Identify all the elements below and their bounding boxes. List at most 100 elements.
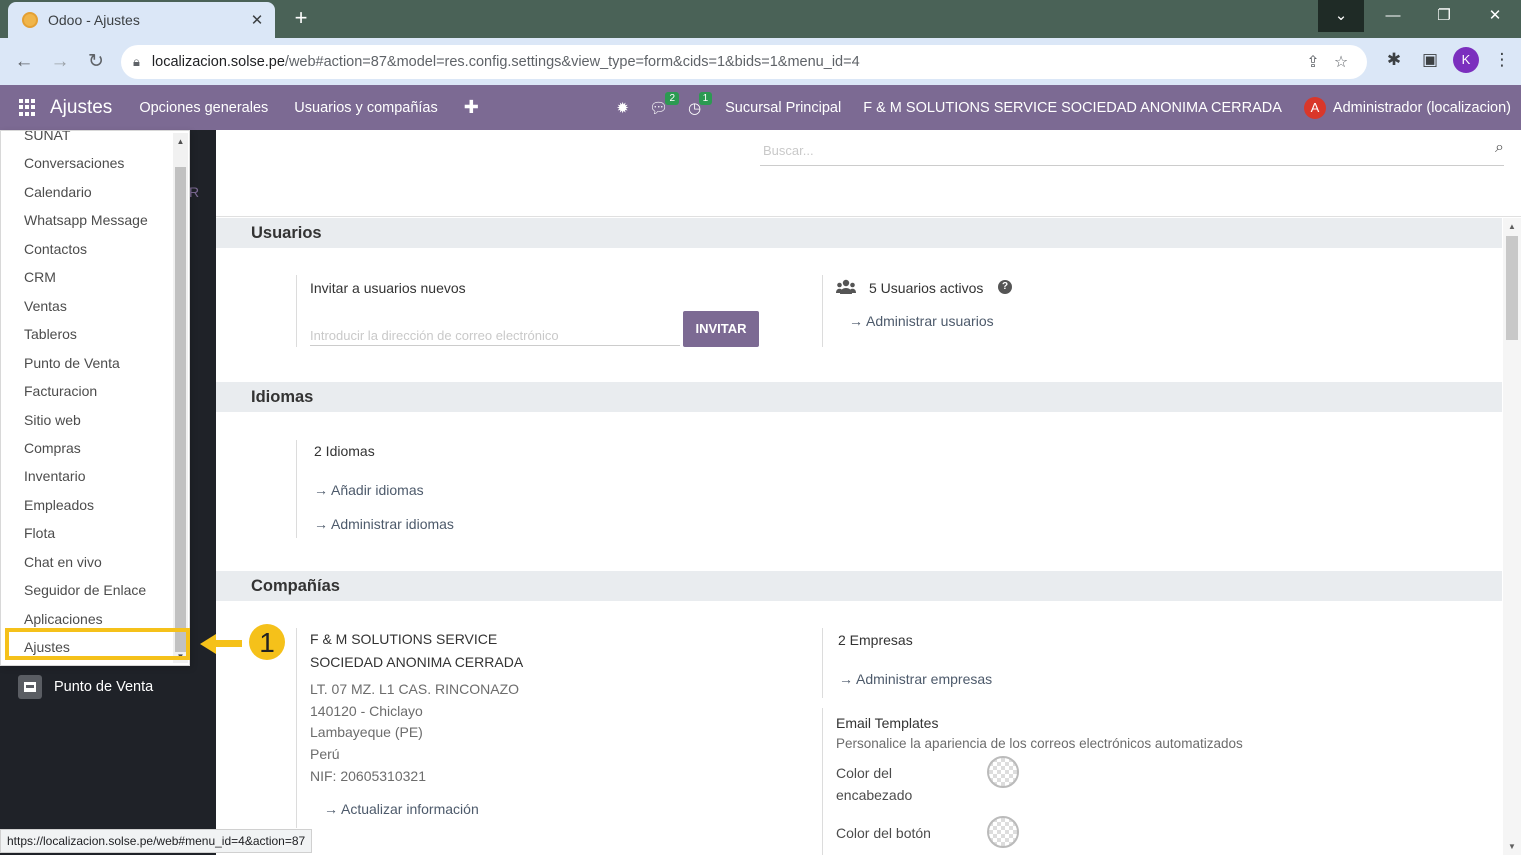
dropdown-item-sunat[interactable]: SUNAT — [24, 131, 70, 143]
search-bar[interactable]: Buscar... ⌕ — [760, 136, 1504, 166]
highlight-box — [5, 628, 190, 660]
companies-count: 2 Empresas — [838, 632, 913, 648]
manage-users-link[interactable]: → Administrar usuarios — [849, 313, 994, 329]
app-brand[interactable]: Ajustes — [50, 97, 112, 119]
section-companias-title: Compañías — [216, 571, 1502, 601]
tab-title: Odoo - Ajustes — [48, 12, 140, 28]
company-name-line2: SOCIEDAD ANONIMA CERRADA — [310, 654, 524, 670]
browser-toolbar: ← → ↻ 🔒︎ localizacion.solse.pe/web#actio… — [0, 38, 1521, 85]
invite-button[interactable]: INVITAR — [683, 311, 759, 347]
browser-tab-strip: Odoo - Ajustes ✕ + ⌄ — ❐ ✕ — [0, 0, 1521, 38]
divider — [216, 216, 1521, 217]
plus-icon[interactable]: ✚ — [464, 97, 479, 118]
dropdown-item-conversaciones[interactable]: Conversaciones — [24, 155, 124, 171]
status-url-bar: https://localizacion.solse.pe/web#menu_i… — [0, 829, 313, 853]
url-text: localizacion.solse.pe/web#action=87&mode… — [151, 54, 860, 70]
restore-button[interactable]: ❐ — [1419, 0, 1469, 32]
activity-badge: 1 — [698, 91, 713, 105]
reload-icon[interactable]: ↻ — [78, 50, 114, 73]
dropdown-scrollbar[interactable]: ▲ ▼ — [173, 133, 188, 663]
dropdown-item-chat-en-vivo[interactable]: Chat en vivo — [24, 554, 102, 570]
chat-badge: 2 — [665, 91, 680, 105]
header-color-label-line1: Color del — [836, 765, 893, 781]
odoo-favicon-icon — [22, 12, 38, 28]
user-menu[interactable]: Administrador (localizacion) — [1333, 100, 1511, 116]
dropdown-item-ventas[interactable]: Ventas — [24, 298, 67, 314]
main-scrollbar[interactable]: ▲ ▼ — [1503, 218, 1521, 855]
lock-icon[interactable]: 🔒︎ — [133, 54, 140, 70]
close-icon[interactable]: ✕ — [249, 11, 265, 29]
email-templates-description: Personalice la apariencia de los correos… — [836, 736, 1243, 751]
dropdown-item-tableros[interactable]: Tableros — [24, 326, 77, 342]
arrow-right-icon: → — [314, 516, 328, 532]
back-arrow-icon[interactable]: ← — [6, 51, 42, 73]
share-icon[interactable]: ⇪ — [1299, 52, 1327, 72]
side-panel-icon[interactable]: ▣ — [1412, 50, 1448, 70]
dropdown-item-whatsapp-message[interactable]: Whatsapp Message — [24, 212, 148, 228]
scroll-up-icon[interactable]: ▲ — [173, 137, 188, 146]
arrow-right-icon: → — [849, 313, 863, 329]
languages-count: 2 Idiomas — [314, 443, 375, 459]
company-switcher[interactable]: F & M SOLUTIONS SERVICE SOCIEDAD ANONIMA… — [863, 100, 1282, 116]
dropdown-item-seguidor-de-enlace[interactable]: Seguidor de Enlace — [24, 582, 146, 598]
address-bar[interactable]: 🔒︎ localizacion.solse.pe/web#action=87&m… — [121, 45, 1367, 79]
section-usuarios-title: Usuarios — [216, 218, 1502, 248]
dropdown-item-crm[interactable]: CRM — [24, 269, 56, 285]
sidebar-item-label: Punto de Venta — [54, 679, 154, 695]
bug-icon[interactable]: ✹ — [616, 99, 629, 117]
arrow-right-icon: → — [314, 482, 328, 498]
users-icon — [836, 279, 856, 294]
add-languages-link[interactable]: → Añadir idiomas — [314, 482, 424, 498]
header-color-label-line2: encabezado — [836, 787, 913, 803]
branch-switcher[interactable]: Sucursal Principal — [725, 100, 841, 116]
forward-arrow-icon[interactable]: → — [42, 51, 78, 73]
extensions-puzzle-icon[interactable]: ✱ — [1376, 50, 1412, 70]
search-icon[interactable]: ⌕ — [1495, 139, 1504, 157]
update-info-link[interactable]: → Actualizar información — [324, 801, 479, 817]
company-name-line1: F & M SOLUTIONS SERVICE — [310, 631, 498, 647]
window-close-button[interactable]: ✕ — [1470, 0, 1520, 32]
scrollbar-thumb[interactable] — [175, 167, 186, 652]
divider — [822, 708, 823, 855]
scrollbar-thumb[interactable] — [1506, 236, 1518, 340]
dropdown-item-punto-de-venta[interactable]: Punto de Venta — [24, 355, 120, 371]
scroll-down-icon[interactable]: ▼ — [1503, 842, 1521, 851]
button-color-picker[interactable] — [987, 816, 1019, 848]
profile-avatar[interactable]: K — [1453, 47, 1479, 73]
menu-opciones-generales[interactable]: Opciones generales — [139, 100, 268, 116]
clock-icon[interactable]: ◷ 1 — [688, 91, 713, 117]
dropdown-item-aplicaciones[interactable]: Aplicaciones — [24, 611, 103, 627]
email-field[interactable] — [310, 318, 680, 345]
dropdown-item-facturacion[interactable]: Facturacion — [24, 383, 97, 399]
scroll-up-icon[interactable]: ▲ — [1503, 222, 1521, 231]
menu-usuarios-companias[interactable]: Usuarios y compañías — [294, 100, 437, 116]
active-users-count: 5 Usuarios activos — [869, 280, 984, 296]
new-tab-button[interactable]: + — [287, 4, 315, 32]
dropdown-item-flota[interactable]: Flota — [24, 525, 55, 541]
minimize-button[interactable]: — — [1368, 0, 1418, 32]
dropdown-item-empleados[interactable]: Empleados — [24, 497, 94, 513]
dropdown-item-compras[interactable]: Compras — [24, 440, 81, 456]
chat-icon[interactable]: 💬︎ 2 — [649, 91, 680, 117]
header-color-picker[interactable] — [987, 756, 1019, 788]
sidebar-item-punto-de-venta[interactable]: Punto de Venta — [18, 675, 153, 699]
apps-dropdown-menu: ▲ ▼ SUNAT Conversaciones Calendario Whatsap… — [0, 130, 190, 666]
dropdown-item-sitio-web[interactable]: Sitio web — [24, 412, 81, 428]
browser-tab[interactable]: Odoo - Ajustes ✕ — [8, 2, 275, 38]
email-input[interactable] — [310, 318, 680, 346]
manage-languages-link[interactable]: → Administrar idiomas — [314, 516, 454, 532]
user-avatar[interactable]: A — [1303, 96, 1326, 119]
tab-search-chevron-icon[interactable]: ⌄ — [1318, 0, 1364, 32]
kebab-menu-icon[interactable]: ⋮ — [1484, 50, 1520, 70]
company-city: 140120 - Chiclayo — [310, 703, 423, 719]
dropdown-item-inventario[interactable]: Inventario — [24, 468, 85, 484]
dropdown-item-calendario[interactable]: Calendario — [24, 184, 92, 200]
help-icon[interactable]: ? — [998, 280, 1012, 294]
button-color-label: Color del botón — [836, 825, 931, 841]
arrow-right-icon: → — [324, 801, 338, 817]
dropdown-item-contactos[interactable]: Contactos — [24, 241, 87, 257]
manage-companies-link[interactable]: → Administrar empresas — [839, 671, 992, 687]
company-address: LT. 07 MZ. L1 CAS. RINCONAZO — [310, 681, 520, 697]
star-icon[interactable]: ☆ — [1327, 52, 1355, 72]
apps-grid-icon[interactable] — [19, 98, 37, 117]
